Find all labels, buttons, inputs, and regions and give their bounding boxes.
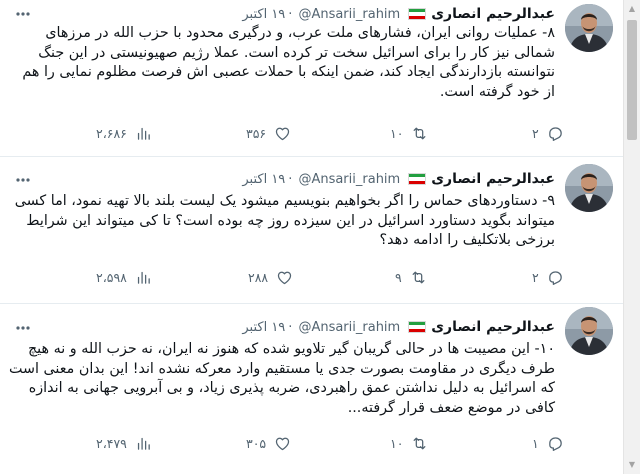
tweet[interactable]: عبدالرحیم انصاری @Ansarii_rahim·۱۹ اکتبر … — [0, 157, 623, 303]
more-icon[interactable] — [14, 6, 32, 22]
avatar[interactable] — [565, 4, 613, 52]
like-count: ۳۵۶ — [246, 125, 267, 141]
tweet[interactable]: عبدالرحیم انصاری @Ansarii_rahim·۱۹ اکتبر … — [0, 0, 623, 156]
tweet-date[interactable]: ۱۹ اکتبر — [242, 320, 285, 335]
retweet-icon — [412, 271, 425, 283]
like-count: ۲۸۸ — [248, 269, 269, 285]
iran-flag-icon — [408, 321, 427, 333]
user-handle[interactable]: @Ansarii_rahim — [298, 172, 400, 187]
tweet-header: عبدالرحیم انصاری @Ansarii_rahim ·۱۹ اکتبر — [10, 169, 555, 189]
views-icon — [137, 127, 150, 140]
tweet-text: ۱۰- این مصیبت ها در حالی گریبان گیر تلاو… — [8, 341, 555, 416]
display-name[interactable]: عبدالرحیم انصاری — [431, 6, 555, 22]
avatar-photo — [565, 4, 613, 52]
tweet-date[interactable]: ۱۹ اکتبر — [242, 172, 285, 187]
display-name[interactable]: عبدالرحیم انصاری — [431, 171, 555, 187]
retweet-icon — [413, 127, 426, 139]
views-button[interactable]: ۲،۶۸۶ — [96, 124, 152, 142]
like-icon — [277, 271, 292, 284]
user-handle[interactable]: @Ansarii_rahim — [298, 320, 400, 335]
avatar[interactable] — [565, 164, 613, 212]
retweet-button[interactable]: ۹ — [395, 268, 427, 286]
views-count: ۲،۶۸۶ — [96, 125, 127, 141]
like-button[interactable]: ۲۸۸ — [248, 268, 293, 286]
avatar-photo — [565, 164, 613, 212]
tweet[interactable]: عبدالرحیم انصاری @Ansarii_rahim·۱۹ اکتبر … — [0, 304, 623, 474]
views-button[interactable]: ۲،۴۷۹ — [96, 434, 152, 452]
separator-dot: · — [288, 7, 293, 22]
like-button[interactable]: ۳۵۶ — [246, 124, 291, 142]
views-icon — [137, 437, 150, 450]
reply-button[interactable]: ۲ — [532, 124, 564, 142]
display-name[interactable]: عبدالرحیم انصاری — [431, 319, 555, 335]
separator-dot: · — [288, 320, 293, 335]
reply-icon — [548, 436, 562, 451]
like-icon — [275, 437, 290, 450]
iran-flag-icon — [408, 173, 427, 185]
retweet-button[interactable]: ۱۰ — [390, 124, 428, 142]
tweet-text: ۸- عملیات روانی ایران، فشارهای ملت عرب، … — [22, 25, 555, 100]
views-count: ۲،۵۹۸ — [96, 269, 127, 285]
retweet-button[interactable]: ۱۰ — [390, 434, 428, 452]
avatar[interactable] — [565, 307, 613, 355]
views-count: ۲،۴۷۹ — [96, 435, 127, 451]
tweet-header: عبدالرحیم انصاری @Ansarii_rahim ·۱۹ اکتبر — [10, 4, 555, 24]
scroll-up-arrow-icon[interactable]: ▲ — [627, 4, 637, 14]
retweet-icon — [413, 437, 426, 449]
reply-count: ۲ — [532, 269, 539, 285]
views-icon — [137, 271, 150, 284]
flag-stripe — [409, 180, 426, 184]
vertical-scrollbar[interactable]: ▲ ▼ — [623, 0, 640, 474]
reply-icon — [548, 126, 562, 141]
avatar-photo — [565, 307, 613, 355]
views-button[interactable]: ۲،۵۹۸ — [96, 268, 152, 286]
reply-button[interactable]: ۲ — [532, 268, 564, 286]
like-button[interactable]: ۳۰۵ — [246, 434, 291, 452]
tweet-timeline: عبدالرحیم انصاری @Ansarii_rahim·۱۹ اکتبر … — [0, 0, 623, 474]
flag-stripe — [409, 15, 426, 19]
flag-stripe — [409, 328, 426, 332]
reply-button[interactable]: ۱ — [532, 434, 564, 452]
reply-count: ۱ — [532, 435, 539, 451]
tweet-header: عبدالرحیم انصاری @Ansarii_rahim ·۱۹ اکتبر — [10, 317, 555, 337]
user-handle[interactable]: @Ansarii_rahim — [298, 7, 400, 22]
reply-icon — [548, 270, 562, 285]
scroll-down-arrow-icon[interactable]: ▼ — [627, 460, 637, 470]
more-icon[interactable] — [14, 172, 32, 188]
tweet-date[interactable]: ۱۹ اکتبر — [242, 7, 285, 22]
like-count: ۳۰۵ — [246, 435, 267, 451]
iran-flag-icon — [408, 8, 427, 20]
more-icon[interactable] — [14, 320, 32, 336]
tweet-text: ۹- دستاوردهای حماس را اگر بخواهیم بنویسی… — [14, 193, 555, 248]
like-icon — [275, 127, 290, 140]
scrollbar-thumb[interactable] — [627, 20, 637, 140]
separator-dot: · — [288, 172, 293, 187]
reply-count: ۲ — [532, 125, 539, 141]
retweet-count: ۱۰ — [390, 125, 404, 141]
retweet-count: ۱۰ — [390, 435, 404, 451]
retweet-count: ۹ — [395, 269, 402, 285]
